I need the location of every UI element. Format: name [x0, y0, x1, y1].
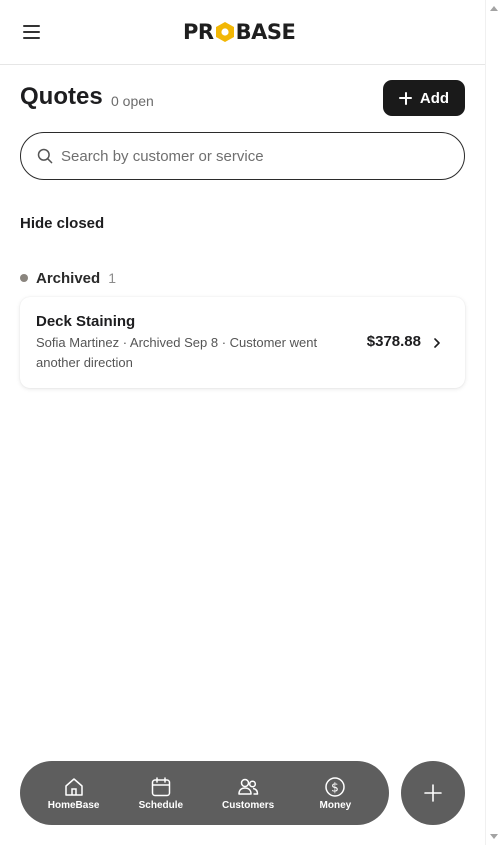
hide-closed-toggle[interactable]: Hide closed [20, 215, 104, 232]
add-button-label: Add [419, 89, 450, 107]
calendar-icon [151, 776, 171, 796]
status-dot [20, 274, 28, 282]
search-icon [37, 148, 53, 164]
quote-amount: $378.88 [366, 333, 421, 350]
group-header-archived: Archived 1 [20, 269, 116, 287]
add-quote-button[interactable]: Add [383, 80, 465, 116]
probase-logo[interactable]: PR BASE [183, 20, 296, 44]
open-count: 0 open [111, 93, 154, 109]
bottom-nav: HomeBase Schedule Customers $ Money [20, 761, 389, 825]
nav-label: HomeBase [47, 799, 100, 811]
nav-label: Schedule [138, 799, 184, 811]
nav-item-money[interactable]: $ Money [295, 765, 375, 821]
nav-label: Customers [222, 799, 275, 811]
home-icon [64, 777, 83, 796]
group-count: 1 [108, 270, 116, 286]
hamburger-menu-icon[interactable] [20, 21, 44, 43]
plus-icon [398, 91, 412, 105]
dollar-circle-icon: $ [325, 776, 346, 797]
group-label: Archived [36, 269, 101, 287]
logo-text-left: PR [183, 20, 214, 44]
quote-card[interactable]: Deck Staining Sofia Martinez · Archived … [20, 297, 465, 388]
nav-item-schedule[interactable]: Schedule [121, 765, 201, 821]
vertical-scrollbar[interactable] [485, 0, 500, 845]
users-icon [238, 778, 259, 795]
search-bar[interactable] [20, 132, 465, 180]
logo-hexagon-icon [215, 21, 235, 43]
svg-text:$: $ [332, 780, 340, 794]
chevron-right-icon [434, 338, 440, 348]
logo-text-right: BASE [235, 20, 296, 44]
scroll-up-icon[interactable] [490, 6, 498, 11]
app-root: PR BASE Quotes 0 open Add Hide closed [0, 0, 485, 845]
search-input[interactable] [61, 147, 441, 165]
page-title: Quotes [20, 83, 103, 110]
add-fab-button[interactable] [401, 761, 465, 825]
quote-subtitle: Sofia Martinez · Archived Sep 8 · Custom… [36, 335, 318, 370]
title-row: Quotes 0 open Add [20, 80, 465, 118]
nav-item-customers[interactable]: Customers [208, 765, 288, 821]
top-bar: PR BASE [0, 0, 485, 65]
nav-item-homebase[interactable]: HomeBase [34, 765, 114, 821]
nav-label: Money [319, 799, 352, 811]
scroll-down-icon[interactable] [490, 834, 498, 839]
quote-title: Deck Staining [36, 313, 136, 330]
plus-icon [424, 784, 442, 802]
